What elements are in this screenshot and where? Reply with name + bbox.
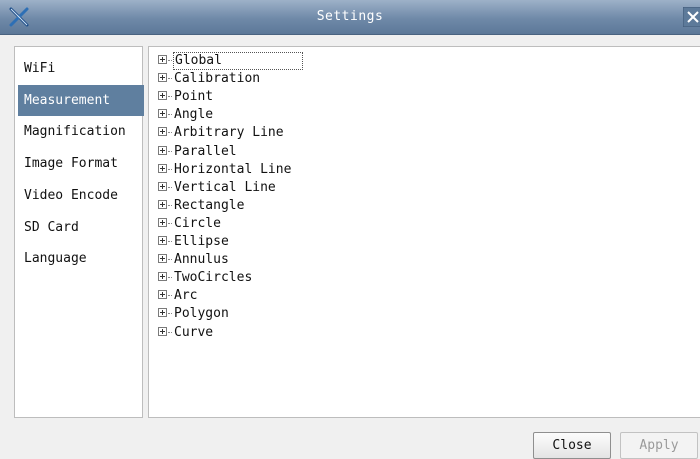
expand-plus-icon[interactable] bbox=[158, 254, 167, 264]
expand-plus-icon[interactable] bbox=[158, 73, 167, 83]
expand-plus-icon[interactable] bbox=[158, 308, 167, 318]
tree-connector bbox=[168, 78, 172, 80]
window-title: Settings bbox=[316, 9, 384, 24]
tree-node-label: Ellipse bbox=[174, 234, 229, 249]
tree-node-label: Point bbox=[174, 89, 214, 105]
tree-node-rectangle[interactable]: Rectangle bbox=[158, 197, 245, 215]
tree-node-curve[interactable]: Curve bbox=[158, 324, 214, 342]
measurement-tree: Global Calibration Point Angle Arbitrary Lin… bbox=[148, 46, 700, 418]
tree-connector bbox=[168, 132, 172, 134]
tree-connector bbox=[168, 150, 172, 152]
sidebar-item-video-encode[interactable]: Video Encode bbox=[18, 180, 144, 211]
expand-plus-icon[interactable] bbox=[158, 91, 167, 101]
sidebar-item-label: Measurement bbox=[24, 92, 111, 108]
expand-plus-icon[interactable] bbox=[158, 199, 167, 209]
tree-node-label: Global bbox=[173, 52, 303, 70]
tree-connector bbox=[168, 259, 172, 261]
tree-node-polygon[interactable]: Polygon bbox=[158, 305, 230, 323]
tree-node-twocircles[interactable]: TwoCircles bbox=[158, 269, 253, 287]
tree-node-parallel[interactable]: Parallel bbox=[158, 143, 238, 161]
tree-node-label: Calibration bbox=[174, 71, 261, 87]
expand-plus-icon[interactable] bbox=[158, 290, 167, 300]
tree-connector bbox=[168, 222, 172, 224]
expand-plus-icon[interactable] bbox=[158, 272, 167, 282]
sidebar-item-label: Image Format bbox=[24, 156, 118, 172]
expand-plus-icon[interactable] bbox=[158, 127, 167, 137]
tree-node-vertical-line[interactable]: Vertical Line bbox=[158, 179, 277, 197]
tree-node-arc[interactable]: Arc bbox=[158, 287, 198, 305]
tree-node-label: Polygon bbox=[174, 306, 229, 322]
sidebar-item-sd-card[interactable]: SD Card bbox=[18, 212, 144, 243]
tree-node-point[interactable]: Point bbox=[158, 88, 214, 106]
tree-node-calibration[interactable]: Calibration bbox=[158, 70, 261, 88]
close-x-icon[interactable] bbox=[683, 7, 700, 27]
expand-plus-icon[interactable] bbox=[158, 217, 167, 227]
expand-plus-icon[interactable] bbox=[158, 163, 167, 173]
tree-node-label: Vertical Line bbox=[174, 179, 276, 195]
tree-connector bbox=[168, 96, 172, 98]
sidebar-item-label: WiFi bbox=[24, 61, 56, 76]
tree-node-arbitrary-line[interactable]: Arbitrary Line bbox=[158, 124, 285, 142]
sidebar-item-label: Video Encode bbox=[24, 187, 118, 203]
tree-connector bbox=[168, 277, 172, 279]
tree-connector bbox=[168, 60, 172, 61]
expand-plus-icon[interactable] bbox=[158, 145, 167, 155]
expand-plus-icon[interactable] bbox=[158, 181, 167, 191]
tree-node-label: Arc bbox=[174, 288, 198, 304]
tree-node-label: Curve bbox=[174, 324, 214, 340]
tree-connector bbox=[168, 313, 172, 315]
sidebar-item-magnification[interactable]: Magnification bbox=[18, 116, 144, 147]
expand-plus-icon[interactable] bbox=[158, 55, 167, 64]
tree-connector bbox=[168, 331, 172, 333]
tree-node-global[interactable]: Global bbox=[158, 52, 303, 70]
tree-node-label: TwoCircles bbox=[174, 270, 253, 286]
tree-node-label: Arbitrary Line bbox=[174, 125, 284, 141]
tree-node-horizontal-line[interactable]: Horizontal Line bbox=[158, 161, 292, 179]
tree-node-label: Annulus bbox=[174, 252, 229, 268]
tree-node-label: Circle bbox=[174, 215, 221, 231]
sidebar-item-language[interactable]: Language bbox=[18, 243, 144, 274]
tree-connector bbox=[168, 295, 172, 297]
expand-plus-icon[interactable] bbox=[158, 109, 167, 119]
tree-node-label: Angle bbox=[174, 107, 214, 123]
tree-node-ellipse[interactable]: Ellipse bbox=[158, 233, 230, 251]
sidebar-item-measurement[interactable]: Measurement bbox=[18, 84, 144, 116]
tree-connector bbox=[168, 114, 172, 116]
expand-plus-icon[interactable] bbox=[158, 236, 167, 245]
tree-node-label: Rectangle bbox=[174, 197, 245, 213]
sidebar-item-label: Language bbox=[24, 251, 87, 267]
sidebar-item-label: Magnification bbox=[24, 124, 126, 140]
tree-node-label: Parallel bbox=[174, 143, 237, 159]
sidebar-item-wifi[interactable]: WiFi bbox=[18, 53, 144, 84]
tree-connector bbox=[168, 204, 172, 206]
tree-connector bbox=[168, 168, 172, 170]
title-bar: Settings bbox=[0, 0, 700, 35]
tree-connector bbox=[168, 241, 172, 242]
tree-node-circle[interactable]: Circle bbox=[158, 215, 222, 233]
tree-node-angle[interactable]: Angle bbox=[158, 106, 214, 124]
tree-node-label: Horizontal Line bbox=[174, 161, 292, 177]
settings-category-list: WiFi Measurement Magnification Image Format… bbox=[14, 46, 144, 418]
tree-connector bbox=[168, 186, 172, 188]
tree-node-annulus[interactable]: Annulus bbox=[158, 251, 230, 269]
close-button[interactable]: Close bbox=[533, 432, 611, 459]
sidebar-item-label: SD Card bbox=[24, 219, 79, 235]
apply-button[interactable]: Apply bbox=[620, 432, 698, 459]
expand-plus-icon[interactable] bbox=[158, 326, 167, 336]
sidebar-item-image-format[interactable]: Image Format bbox=[18, 148, 144, 179]
